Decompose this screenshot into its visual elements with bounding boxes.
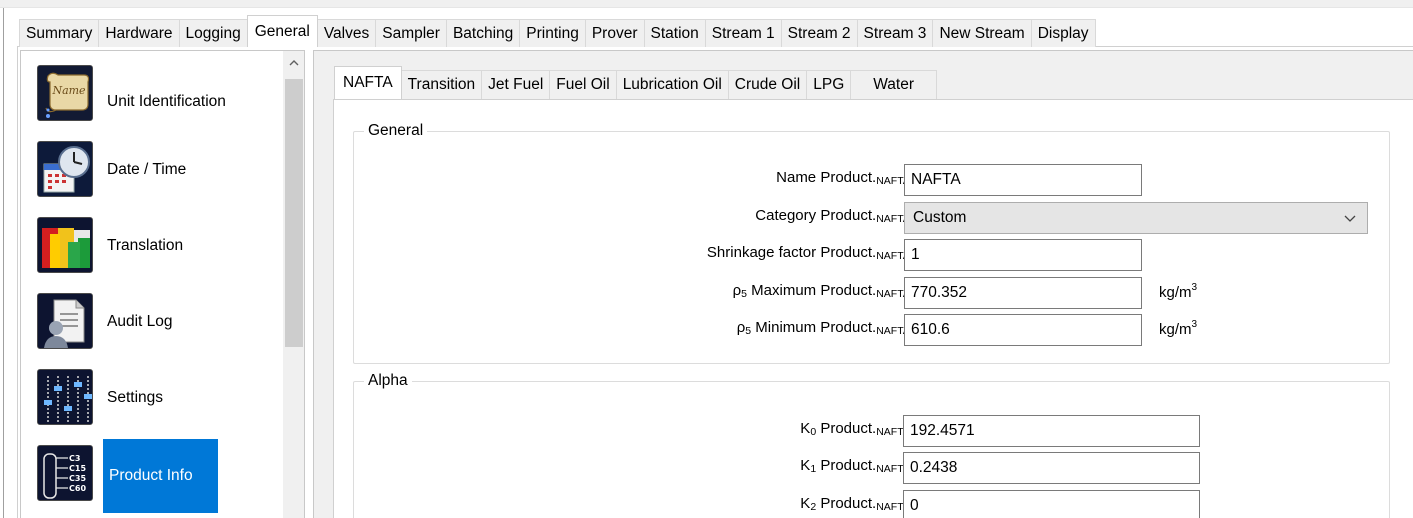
- sidebar-item-translation[interactable]: Translation: [21, 213, 283, 289]
- sidebar-item-settings[interactable]: Settings: [21, 365, 283, 441]
- svg-text:C35: C35: [69, 474, 86, 483]
- clock-calendar-icon: [37, 141, 93, 197]
- svg-text:Name: Name: [51, 84, 86, 97]
- general-groupbox: General Name Product.NAFTA: NAFTA Catego…: [353, 122, 1390, 364]
- tab-sampler[interactable]: Sampler: [375, 19, 447, 47]
- alpha-groupbox: Alpha K0 Product.NAFTA: 192.4571 K1 Prod…: [353, 372, 1390, 518]
- k1-product-input[interactable]: 0.2438: [903, 452, 1200, 484]
- tab-batching[interactable]: Batching: [445, 19, 521, 47]
- product-tab-water[interactable]: Water: [850, 70, 938, 99]
- product-tab-jet-fuel[interactable]: Jet Fuel: [481, 70, 551, 99]
- k0-product-label: K0 Product.NAFTA:: [800, 420, 914, 438]
- sidebar-item-label: Translation: [107, 237, 184, 254]
- sidebar-scrollbar[interactable]: [283, 51, 304, 518]
- sidebar-item-unit-identification[interactable]: Name Unit Identification: [21, 61, 283, 137]
- tab-station[interactable]: Station: [643, 19, 706, 47]
- general-sidebar: Name Unit Identification Date / Time Tra…: [20, 50, 305, 518]
- shrinkage-factor-input[interactable]: 1: [904, 239, 1142, 271]
- product-tab-lubrication-oil[interactable]: Lubrication Oil: [615, 70, 729, 99]
- k2-product-label: K2 Product.NAFTA:: [800, 495, 914, 513]
- tab-new-stream[interactable]: New Stream: [932, 19, 1032, 47]
- window-top-strip: [0, 0, 1413, 8]
- sidebar-item-label: Product Info: [109, 467, 193, 484]
- scroll-up-arrow-icon[interactable]: [283, 51, 304, 73]
- product-tab-bar: NAFTA Transition Jet Fuel Fuel Oil Lubricati…: [334, 66, 938, 99]
- scrollbar-thumb[interactable]: [285, 79, 303, 347]
- window-left-border: [3, 8, 4, 518]
- sidebar-item-audit-log[interactable]: Audit Log: [21, 289, 283, 365]
- k1-product-label: K1 Product.NAFTA:: [800, 457, 914, 475]
- name-product-input[interactable]: NAFTA: [904, 164, 1142, 196]
- svg-text:C3: C3: [69, 454, 80, 463]
- name-product-label: Name Product.NAFTA:: [776, 169, 914, 187]
- tab-display[interactable]: Display: [1030, 19, 1096, 47]
- category-product-select[interactable]: Custom: [904, 202, 1368, 234]
- sliders-icon: [37, 369, 93, 425]
- rho-maximum-unit: kg/m3: [1159, 282, 1198, 301]
- product-tab-nafta[interactable]: NAFTA: [334, 66, 402, 99]
- tab-prover[interactable]: Prover: [584, 19, 645, 47]
- tab-general[interactable]: General: [246, 15, 318, 47]
- product-info-panel: General Name Product.NAFTA: NAFTA Catego…: [313, 50, 1413, 518]
- main-tab-bar: Summary Hardware Logging General Valves Sampl…: [19, 15, 1096, 47]
- rho-minimum-label: ρ5 Minimum Product.NAFTA:: [736, 319, 914, 337]
- sidebar-item-label: Date / Time: [107, 161, 187, 178]
- tab-valves[interactable]: Valves: [316, 19, 377, 47]
- sidebar-item-label: Unit Identification: [107, 93, 226, 110]
- sidebar-item-label: Audit Log: [107, 313, 173, 330]
- flags-icon: [37, 217, 93, 273]
- product-tab-panel: General Name Product.NAFTA: NAFTA Catego…: [333, 99, 1413, 518]
- product-tab-transition[interactable]: Transition: [400, 70, 483, 99]
- audit-document-icon: [37, 293, 93, 349]
- sidebar-item-label: Settings: [107, 389, 164, 406]
- category-product-label: Category Product.NAFTA:: [755, 207, 914, 225]
- group-title-general: General: [364, 122, 428, 140]
- tab-stream-1[interactable]: Stream 1: [704, 19, 782, 47]
- k0-product-input[interactable]: 192.4571: [903, 415, 1200, 447]
- tab-printing[interactable]: Printing: [519, 19, 586, 47]
- product-tab-crude-oil[interactable]: Crude Oil: [727, 70, 808, 99]
- svg-text:C60: C60: [69, 484, 86, 493]
- product-tab-lpg[interactable]: LPG: [806, 70, 852, 99]
- tab-stream-3[interactable]: Stream 3: [856, 19, 934, 47]
- tab-summary[interactable]: Summary: [19, 19, 100, 47]
- group-title-alpha: Alpha: [364, 372, 412, 390]
- k2-product-input[interactable]: 0: [903, 490, 1200, 518]
- tab-logging[interactable]: Logging: [178, 19, 248, 47]
- tab-hardware[interactable]: Hardware: [98, 19, 180, 47]
- chevron-down-icon: [1344, 215, 1356, 222]
- rho-minimum-unit: kg/m3: [1159, 319, 1198, 338]
- distillation-column-icon: C3 C15 C35 C60: [37, 445, 93, 501]
- rho-maximum-input[interactable]: 770.352: [904, 277, 1142, 309]
- scroll-name-icon: Name: [37, 65, 93, 121]
- product-tab-fuel-oil[interactable]: Fuel Oil: [549, 70, 617, 99]
- tab-stream-2[interactable]: Stream 2: [780, 19, 858, 47]
- category-selected-value: Custom: [913, 209, 967, 226]
- rho-maximum-label: ρ5 Maximum Product.NAFTA:: [732, 282, 914, 300]
- svg-text:C15: C15: [69, 464, 86, 473]
- rho-minimum-input[interactable]: 610.6: [904, 314, 1142, 346]
- shrinkage-factor-label: Shrinkage factor Product.NAFTA:: [706, 244, 914, 262]
- sidebar-item-product-info[interactable]: C3 C15 C35 C60 Product Info: [21, 439, 283, 515]
- sidebar-item-date-time[interactable]: Date / Time: [21, 137, 283, 213]
